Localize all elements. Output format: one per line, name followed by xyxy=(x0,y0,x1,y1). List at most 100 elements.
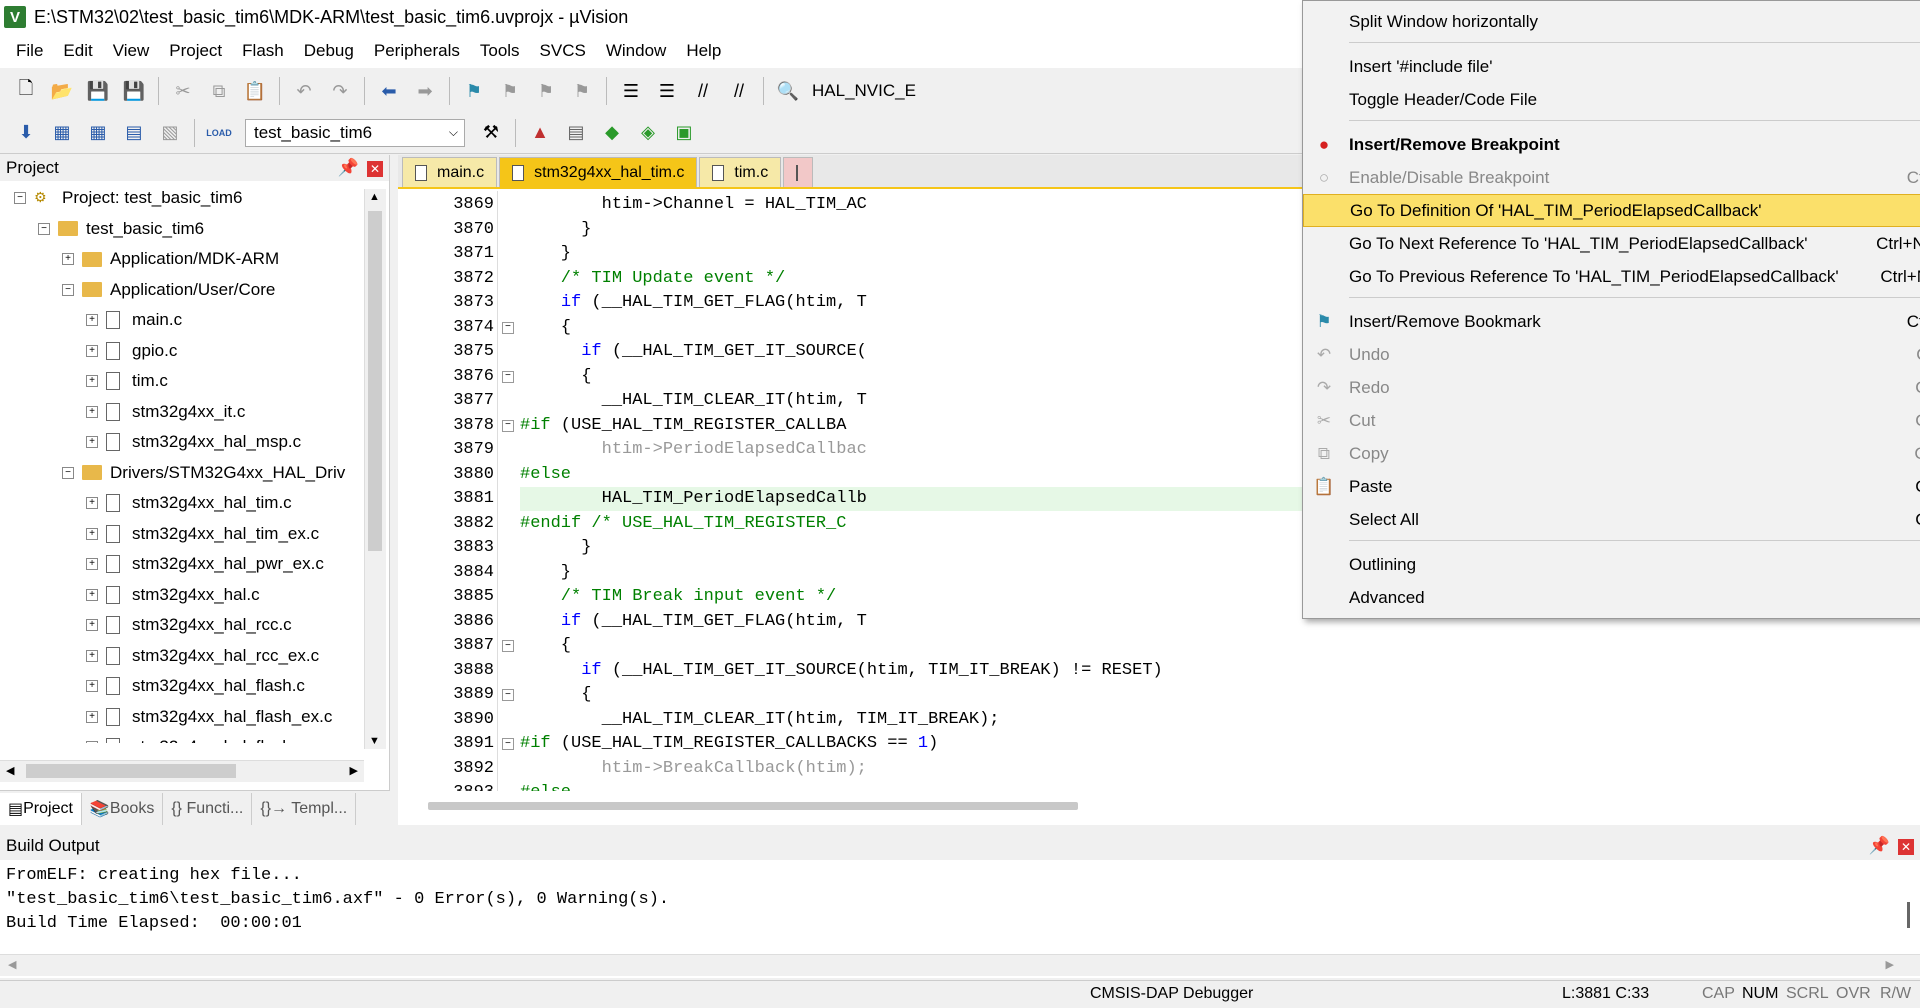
menu-item-insert-remove-bookmark[interactable]: ⚑ Insert/Remove Bookmark Ctrl+F2 xyxy=(1303,305,1920,338)
menu-debug[interactable]: Debug xyxy=(294,41,364,61)
tree-item[interactable]: + stm32g4xx_hal_tim_ex.c xyxy=(86,519,319,549)
save-all-icon[interactable]: 💾 xyxy=(121,78,147,104)
tree-item[interactable]: + stm32g4xx_hal_rcc.c xyxy=(86,610,292,640)
code-line[interactable]: } xyxy=(520,218,591,242)
code-line[interactable]: /* TIM Update event */ xyxy=(520,267,785,291)
code-line[interactable]: { xyxy=(520,365,591,389)
menu-item-paste[interactable]: 📋 Paste Ctrl+V xyxy=(1303,470,1920,503)
expand-toggle-icon[interactable]: + xyxy=(86,741,98,743)
tree-item[interactable]: + stm32g4xx_hal_tim.c xyxy=(86,488,292,518)
redo-icon[interactable]: ↷ xyxy=(327,78,353,104)
menu-item-insert-remove-breakpoint[interactable]: ●Insert/Remove BreakpointF9 xyxy=(1303,128,1920,161)
code-line[interactable]: htim->Channel = HAL_TIM_AC xyxy=(520,193,867,217)
code-line[interactable]: } xyxy=(520,536,591,560)
fold-toggle-icon[interactable]: − xyxy=(502,419,514,432)
scroll-down-icon[interactable]: ▼ xyxy=(369,735,380,747)
translate-icon[interactable]: ⬇ xyxy=(13,120,39,146)
clear-bookmarks-icon[interactable]: ⚑ xyxy=(569,78,595,104)
bookmark-icon[interactable]: ⚑ xyxy=(461,78,487,104)
tree-item[interactable]: + Application/MDK-ARM xyxy=(62,244,279,274)
save-icon[interactable]: 💾 xyxy=(85,78,111,104)
code-line[interactable]: if (__HAL_TIM_GET_IT_SOURCE( xyxy=(520,340,867,364)
code-line[interactable]: htim->BreakCallback(htim); xyxy=(520,757,867,781)
menu-item-split-window-horizontally[interactable]: Split Window horizontally xyxy=(1303,5,1920,38)
code-line[interactable]: if (__HAL_TIM_GET_FLAG(htim, T xyxy=(520,610,867,634)
target-options-icon[interactable]: ⚒ xyxy=(478,120,504,146)
tree-item[interactable]: − ⚙ Project: test_basic_tim6 xyxy=(14,183,242,213)
code-line[interactable]: if (__HAL_TIM_GET_FLAG(htim, T xyxy=(520,291,867,315)
run-time-environment-icon[interactable]: ◆ xyxy=(599,120,625,146)
expand-toggle-icon[interactable]: − xyxy=(62,283,74,296)
scroll-left-icon[interactable]: ◀ xyxy=(8,958,16,971)
fold-toggle-icon[interactable]: − xyxy=(502,321,514,334)
panel-tab-books[interactable]: 📚 Books xyxy=(82,792,164,825)
panel-tab-project[interactable]: ▤ Project xyxy=(0,792,82,825)
expand-toggle-icon[interactable]: + xyxy=(86,344,98,357)
unindent-icon[interactable]: ☰ xyxy=(654,78,680,104)
build-output-hscroll[interactable]: ◀ ▶ xyxy=(0,954,1920,976)
editor-tab-hidden[interactable] xyxy=(783,157,814,187)
menu-item-go-to-previous-reference-to[interactable]: Go To Previous Reference To 'HAL_TIM_Per… xyxy=(1303,260,1920,293)
tree-item[interactable]: + stm32g4xx_hal_msp.c xyxy=(86,427,301,457)
tree-item[interactable]: + stm32g4xx_hal_pwr_ex.c xyxy=(86,549,324,579)
menu-item-toggle-header-code-file[interactable]: Toggle Header/Code File xyxy=(1303,83,1920,116)
code-line[interactable]: } xyxy=(520,561,571,585)
expand-toggle-icon[interactable]: + xyxy=(86,619,98,631)
menu-project[interactable]: Project xyxy=(159,41,232,61)
find-combo-text[interactable]: HAL_NVIC_E xyxy=(812,81,916,101)
expand-toggle-icon[interactable]: + xyxy=(86,436,98,448)
tree-item[interactable]: − Drivers/STM32G4xx_HAL_Driv xyxy=(62,458,345,488)
manage-project-icon[interactable]: ▲ xyxy=(527,120,553,146)
expand-toggle-icon[interactable]: + xyxy=(86,558,98,570)
indent-icon[interactable]: ☰ xyxy=(618,78,644,104)
code-line[interactable]: if (__HAL_TIM_GET_IT_SOURCE(htim, TIM_IT… xyxy=(520,659,1163,683)
close-panel-icon[interactable]: ✕ xyxy=(1898,839,1914,855)
find-in-files-icon[interactable]: 🔍 xyxy=(775,78,801,104)
uncomment-icon[interactable]: // xyxy=(726,78,752,104)
menu-help[interactable]: Help xyxy=(676,41,731,61)
editor-tab-main-c[interactable]: main.c xyxy=(402,157,498,187)
code-line[interactable]: { xyxy=(520,634,571,658)
tree-item[interactable]: + gpio.c xyxy=(86,336,177,366)
menu-flash[interactable]: Flash xyxy=(232,41,294,61)
code-line[interactable]: #if (USE_HAL_TIM_REGISTER_CALLBACKS == 1… xyxy=(520,732,938,756)
menu-item-outlining[interactable]: Outlining▶ xyxy=(1303,548,1920,581)
fold-toggle-icon[interactable]: − xyxy=(502,370,514,383)
scroll-right-icon[interactable]: ▶ xyxy=(1886,958,1894,971)
select-packs-icon[interactable]: ◈ xyxy=(635,120,661,146)
tree-item[interactable]: + stm32g4xx_hal_flash.c xyxy=(86,671,305,701)
menu-item-select-all[interactable]: Select All Ctrl+A xyxy=(1303,503,1920,536)
copy-icon[interactable]: ⧉ xyxy=(206,78,232,104)
tree-item[interactable]: − test_basic_tim6 xyxy=(38,214,204,244)
scroll-thumb[interactable] xyxy=(26,764,236,778)
undo-icon[interactable]: ↶ xyxy=(291,78,317,104)
expand-toggle-icon[interactable]: + xyxy=(86,710,98,723)
pin-icon[interactable]: 📌 xyxy=(1869,836,1890,855)
code-line[interactable]: #endif /* USE_HAL_TIM_REGISTER_C xyxy=(520,512,846,536)
menu-view[interactable]: View xyxy=(103,41,160,61)
expand-toggle-icon[interactable]: − xyxy=(62,466,74,479)
panel-tab-functions[interactable]: {} Functi... xyxy=(163,792,253,825)
scroll-thumb[interactable] xyxy=(368,211,382,551)
expand-toggle-icon[interactable]: + xyxy=(86,375,98,387)
rebuild-icon[interactable]: ▦ xyxy=(85,120,111,146)
editor-hscroll-thumb[interactable] xyxy=(428,802,1078,810)
batch-build-icon[interactable]: ▤ xyxy=(121,120,147,146)
pin-icon[interactable]: 📌 xyxy=(338,158,359,177)
expand-toggle-icon[interactable]: − xyxy=(38,222,50,235)
fold-toggle-icon[interactable]: − xyxy=(502,689,514,701)
cut-icon[interactable]: ✂ xyxy=(170,78,196,104)
expand-toggle-icon[interactable]: + xyxy=(86,649,98,662)
menu-peripherals[interactable]: Peripherals xyxy=(364,41,470,61)
scroll-right-icon[interactable]: ▶ xyxy=(350,764,358,777)
menu-window[interactable]: Window xyxy=(596,41,676,61)
tree-item[interactable]: + stm32g4xx_hal.c xyxy=(86,580,260,610)
code-line[interactable]: __HAL_TIM_CLEAR_IT(htim, TIM_IT_BREAK); xyxy=(520,708,1000,732)
tree-item[interactable]: + main.c xyxy=(86,305,182,335)
prev-bookmark-icon[interactable]: ⚑ xyxy=(497,78,523,104)
fold-toggle-icon[interactable]: − xyxy=(502,640,514,652)
tree-item[interactable]: + stm32g4xx_hal_flash_ram xyxy=(86,732,330,743)
expand-toggle-icon[interactable]: + xyxy=(86,497,98,509)
code-line[interactable]: __HAL_TIM_CLEAR_IT(htim, T xyxy=(520,389,867,413)
expand-toggle-icon[interactable]: + xyxy=(86,405,98,418)
